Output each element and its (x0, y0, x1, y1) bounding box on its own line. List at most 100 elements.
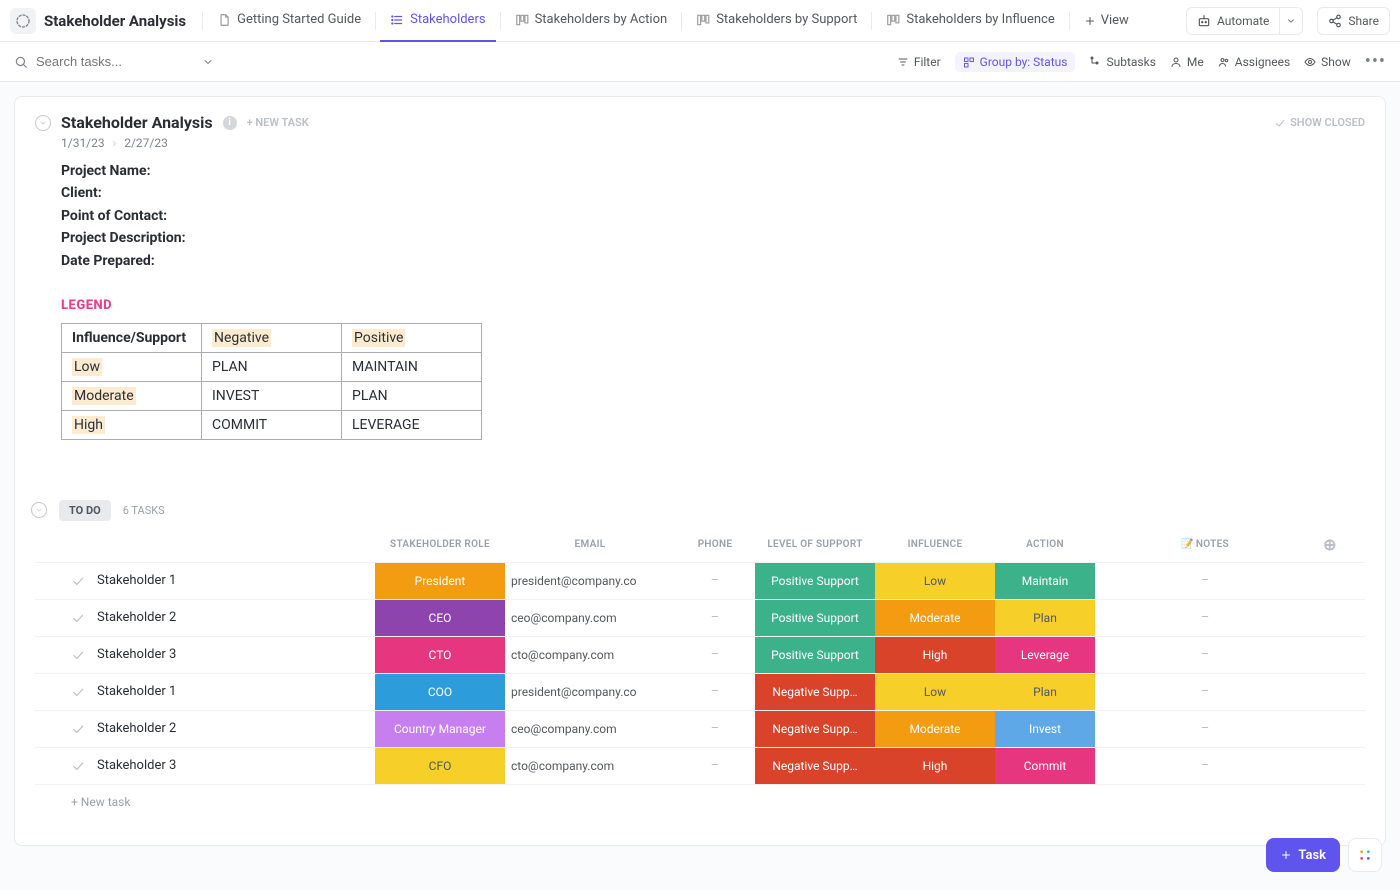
influence-cell[interactable]: Low (875, 563, 995, 599)
action-cell[interactable]: Plan (995, 674, 1095, 710)
col-action[interactable]: ACTION (995, 535, 1095, 554)
task-row[interactable]: Stakeholder 3CFOcto@company.com–Negative… (35, 747, 1365, 785)
field-project-name: Project Name: (61, 160, 1365, 182)
assignees-button[interactable]: Assignees (1218, 55, 1290, 69)
apps-button[interactable] (1348, 838, 1382, 872)
me-button[interactable]: Me (1170, 55, 1204, 69)
influence-cell[interactable]: Moderate (875, 711, 995, 747)
search-input[interactable] (36, 54, 186, 69)
plus-icon (1084, 15, 1096, 27)
col-support[interactable]: LEVEL OF SUPPORT (755, 535, 875, 554)
support-cell[interactable]: Positive Support (755, 637, 875, 673)
action-cell[interactable]: Maintain (995, 563, 1095, 599)
support-cell[interactable]: Negative Supp… (755, 674, 875, 710)
col-role[interactable]: STAKEHOLDER ROLE (375, 535, 505, 554)
info-icon[interactable]: i (223, 116, 237, 130)
col-email[interactable]: EMAIL (505, 535, 675, 554)
notes-cell[interactable]: – (1095, 563, 1315, 599)
notes-cell[interactable]: – (1095, 674, 1315, 710)
status-name[interactable]: TO DO (59, 500, 111, 521)
email-cell[interactable]: president@company.co (505, 563, 675, 599)
role-cell[interactable]: CTO (375, 637, 505, 673)
phone-cell[interactable]: – (675, 600, 755, 636)
col-notes[interactable]: 📝NOTES (1095, 535, 1315, 554)
role-cell[interactable]: CFO (375, 748, 505, 784)
row-spacer (1315, 600, 1345, 636)
tab-by-influence[interactable]: Stakeholders by Influence (876, 0, 1064, 42)
email-cell[interactable]: ceo@company.com (505, 711, 675, 747)
new-task-button[interactable]: + NEW TASK (247, 116, 309, 129)
task-name-cell[interactable]: Stakeholder 1 (35, 563, 375, 599)
show-closed-toggle[interactable]: SHOW CLOSED (1274, 116, 1365, 129)
support-cell[interactable]: Negative Supp… (755, 748, 875, 784)
search-box[interactable] (14, 54, 214, 69)
phone-cell[interactable]: – (675, 748, 755, 784)
share-button[interactable]: Share (1317, 7, 1390, 35)
phone-cell[interactable]: – (675, 711, 755, 747)
email-cell[interactable]: cto@company.com (505, 748, 675, 784)
legend-cell: INVEST (202, 381, 342, 410)
support-cell[interactable]: Positive Support (755, 563, 875, 599)
task-name-cell[interactable]: Stakeholder 2 (35, 711, 375, 747)
subtasks-button[interactable]: Subtasks (1089, 55, 1155, 69)
email-cell[interactable]: president@company.co (505, 674, 675, 710)
action-cell[interactable]: Leverage (995, 637, 1095, 673)
action-cell[interactable]: Commit (995, 748, 1095, 784)
influence-cell[interactable]: Low (875, 674, 995, 710)
collapse-toggle[interactable] (35, 115, 51, 131)
role-cell[interactable]: Country Manager (375, 711, 505, 747)
show-button[interactable]: Show (1304, 55, 1351, 69)
task-name-cell[interactable]: Stakeholder 2 (35, 600, 375, 636)
chevron-down-icon[interactable] (202, 56, 214, 68)
phone-cell[interactable]: – (675, 637, 755, 673)
role-cell[interactable]: President (375, 563, 505, 599)
task-row[interactable]: Stakeholder 1Presidentpresident@company.… (35, 562, 1365, 599)
automate-button[interactable]: Automate (1186, 7, 1279, 35)
support-cell[interactable]: Positive Support (755, 600, 875, 636)
automate-label: Automate (1217, 14, 1269, 28)
email-cell[interactable]: cto@company.com (505, 637, 675, 673)
task-name-cell[interactable]: Stakeholder 3 (35, 748, 375, 784)
add-column-button[interactable]: ⊕ (1315, 531, 1345, 558)
tab-getting-started[interactable]: Getting Started Guide (207, 0, 371, 42)
groupby-button[interactable]: Group by: Status (955, 52, 1076, 72)
automate-dropdown[interactable] (1279, 7, 1303, 35)
more-menu[interactable]: ••• (1365, 51, 1386, 72)
tab-stakeholders[interactable]: Stakeholders (380, 0, 495, 42)
tab-by-support[interactable]: Stakeholders by Support (686, 0, 867, 42)
task-row[interactable]: Stakeholder 3CTOcto@company.com–Positive… (35, 636, 1365, 673)
influence-cell[interactable]: High (875, 748, 995, 784)
notes-cell[interactable]: – (1095, 600, 1315, 636)
support-cell[interactable]: Negative Supp… (755, 711, 875, 747)
task-name-cell[interactable]: Stakeholder 3 (35, 637, 375, 673)
new-task-fab[interactable]: Task (1266, 838, 1340, 872)
col-phone[interactable]: PHONE (675, 535, 755, 554)
group-collapse-toggle[interactable] (31, 502, 47, 518)
task-row[interactable]: Stakeholder 1COOpresident@company.co–Neg… (35, 673, 1365, 710)
legend-col-positive: Positive (342, 323, 482, 352)
row-spacer (1315, 637, 1345, 673)
notes-cell[interactable]: – (1095, 711, 1315, 747)
task-row[interactable]: Stakeholder 2CEOceo@company.com–Positive… (35, 599, 1365, 636)
col-influence[interactable]: INFLUENCE (875, 535, 995, 554)
notes-cell[interactable]: – (1095, 637, 1315, 673)
legend-cell: PLAN (202, 352, 342, 381)
space-icon[interactable] (10, 8, 36, 34)
role-cell[interactable]: CEO (375, 600, 505, 636)
task-row[interactable]: Stakeholder 2Country Managerceo@company.… (35, 710, 1365, 747)
phone-cell[interactable]: – (675, 563, 755, 599)
phone-cell[interactable]: – (675, 674, 755, 710)
action-cell[interactable]: Plan (995, 600, 1095, 636)
influence-cell[interactable]: High (875, 637, 995, 673)
task-name-cell[interactable]: Stakeholder 1 (35, 674, 375, 710)
action-cell[interactable]: Invest (995, 711, 1095, 747)
tab-by-action[interactable]: Stakeholders by Action (505, 0, 678, 42)
notes-cell[interactable]: – (1095, 748, 1315, 784)
role-cell[interactable]: COO (375, 674, 505, 710)
filter-button[interactable]: Filter (897, 55, 941, 69)
new-task-row[interactable]: + New task (35, 785, 1365, 809)
email-cell[interactable]: ceo@company.com (505, 600, 675, 636)
task-name: Stakeholder 3 (97, 647, 176, 662)
add-view-button[interactable]: View (1074, 13, 1139, 28)
influence-cell[interactable]: Moderate (875, 600, 995, 636)
